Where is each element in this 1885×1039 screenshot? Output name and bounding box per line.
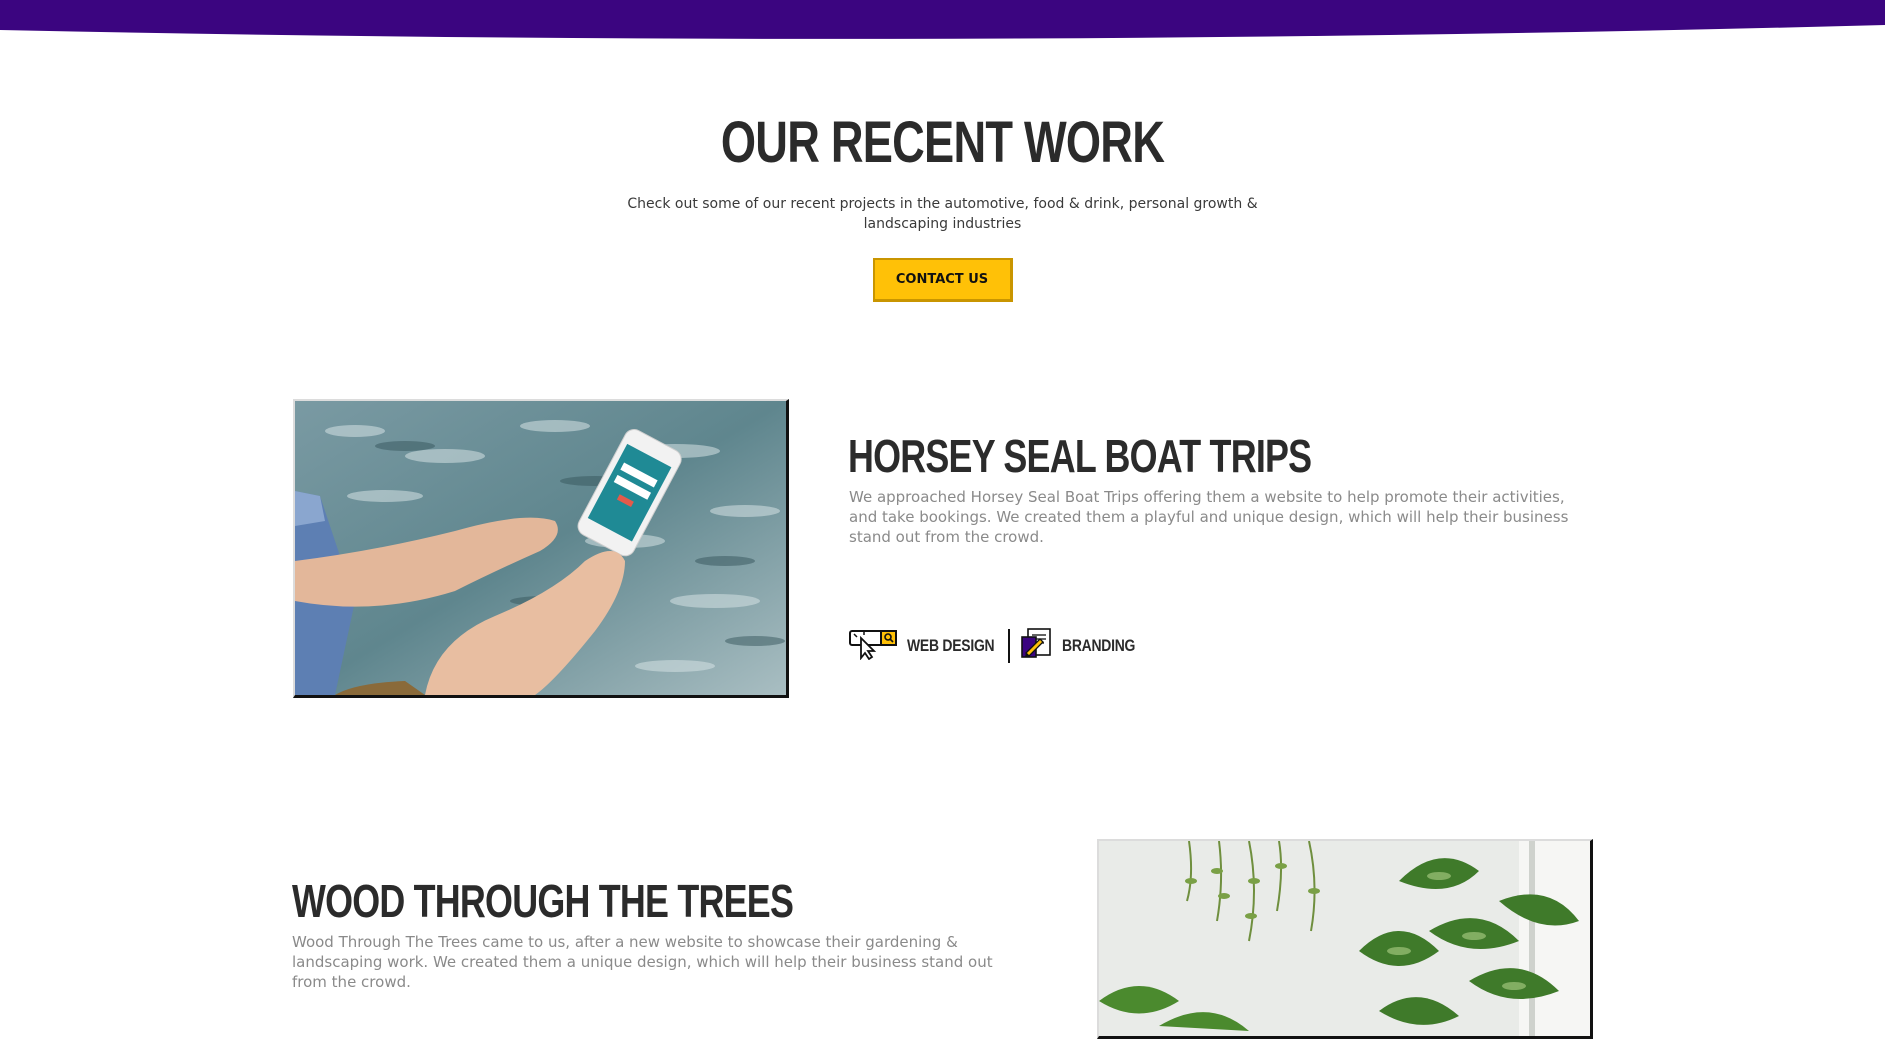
tag-label: WEB DESIGN: [907, 636, 995, 655]
project-tags: WEB DESIGN BRANDING: [849, 628, 1151, 664]
tag-divider: [1007, 629, 1010, 663]
intro-text: Check out some of our recent projects in…: [627, 196, 1258, 232]
project-description: Wood Through The Trees came to us, after…: [292, 933, 993, 991]
header-banner: [0, 0, 1885, 40]
branding-icon: [1020, 627, 1054, 665]
project-description: We approached Horsey Seal Boat Trips off…: [849, 488, 1569, 546]
project-image-wood-through-the-trees[interactable]: [1097, 839, 1593, 1039]
project-image-horsey-seal[interactable]: [293, 399, 789, 698]
project-title: HORSEY SEAL BOAT TRIPS: [848, 430, 1312, 482]
tag-branding: BRANDING: [1020, 627, 1151, 665]
tag-web-design: WEB DESIGN: [849, 628, 1014, 664]
contact-us-button[interactable]: CONTACT US: [872, 258, 1013, 302]
intro-section: OUR RECENT WORK Check out some of our re…: [0, 100, 1885, 302]
web-design-icon: [849, 628, 899, 664]
tag-label: BRANDING: [1061, 636, 1135, 655]
page-title: OUR RECENT WORK: [720, 110, 1165, 175]
project-title: WOOD THROUGH THE TREES: [292, 875, 794, 927]
